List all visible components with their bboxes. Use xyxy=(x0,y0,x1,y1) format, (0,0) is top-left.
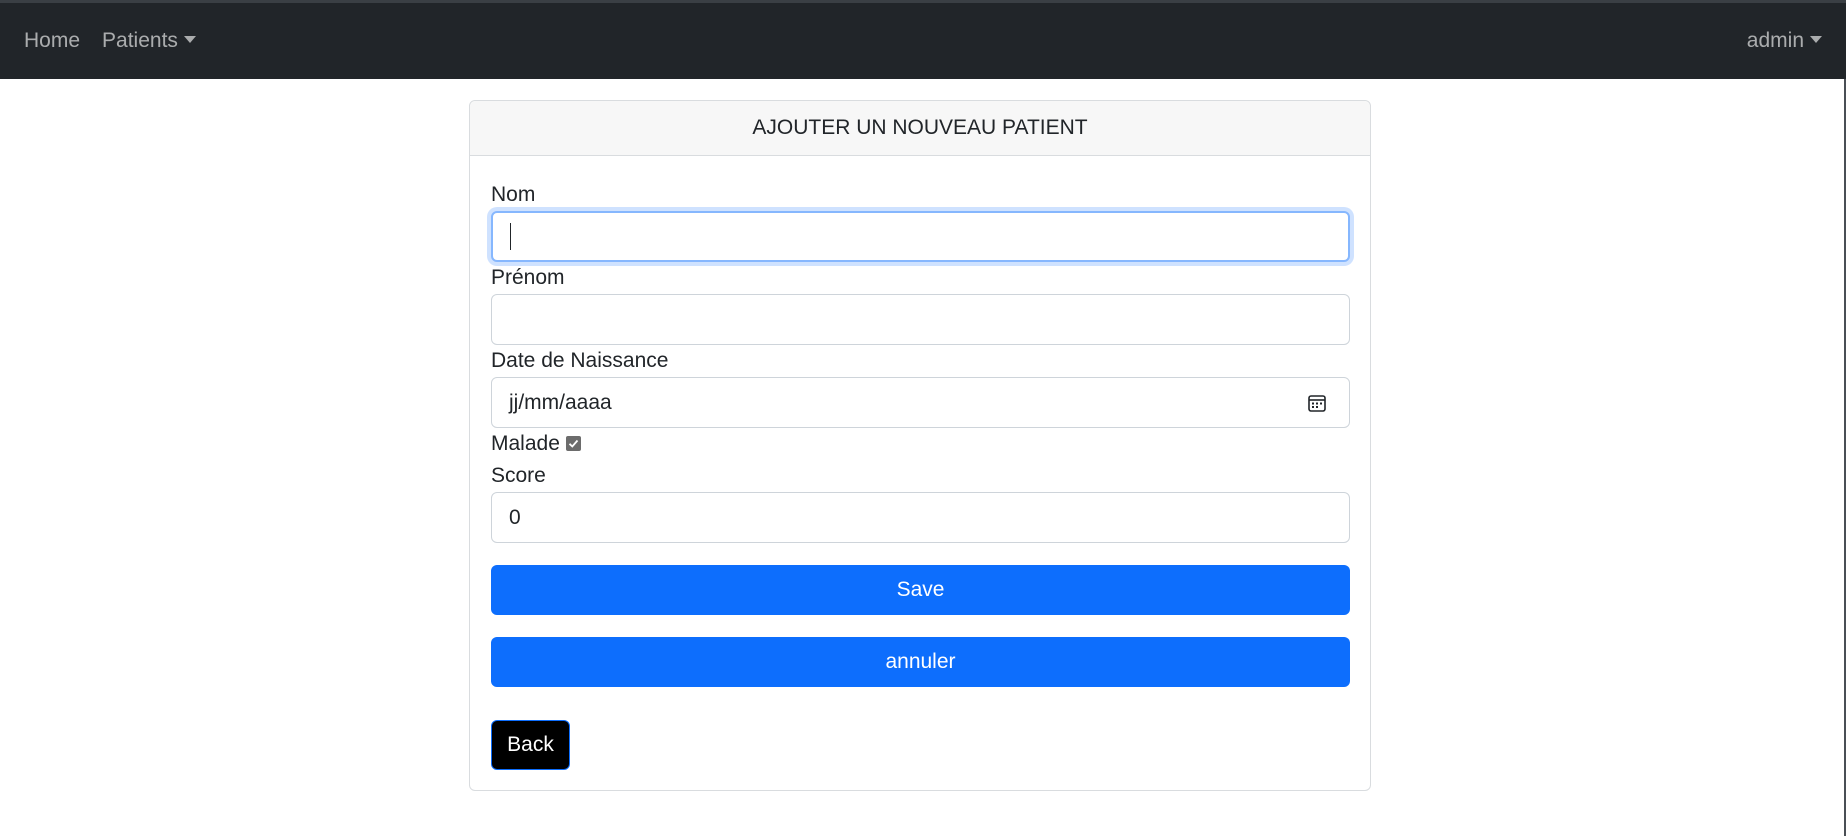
score-label: Score xyxy=(491,464,546,487)
navbar: Home Patients admin xyxy=(0,3,1846,79)
nav-user-label: admin xyxy=(1746,29,1804,52)
text-cursor xyxy=(510,223,511,250)
cancel-button[interactable]: annuler xyxy=(491,637,1350,687)
date-naissance-label: Date de Naissance xyxy=(491,349,669,372)
navbar-left: Home Patients xyxy=(24,29,196,53)
prenom-label: Prénom xyxy=(491,266,565,289)
date-placeholder: jj/mm/aaaa xyxy=(509,390,612,414)
prenom-input[interactable] xyxy=(491,294,1350,345)
nav-user-dropdown[interactable]: admin xyxy=(1747,29,1822,53)
date-naissance-input[interactable]: jj/mm/aaaa xyxy=(491,377,1350,428)
card-title: AJOUTER UN NOUVEAU PATIENT xyxy=(470,101,1370,156)
save-button[interactable]: Save xyxy=(491,565,1350,615)
page: Home Patients admin AJOUTER UN NOUVEAU P… xyxy=(0,0,1846,836)
chevron-down-icon xyxy=(1810,35,1822,43)
malade-checkbox[interactable] xyxy=(565,435,581,451)
back-button[interactable]: Back xyxy=(491,720,570,770)
malade-row: Malade xyxy=(491,432,581,456)
malade-label: Malade xyxy=(491,432,560,455)
nav-patients-dropdown[interactable]: Patients xyxy=(102,29,196,53)
nom-input[interactable] xyxy=(491,211,1350,262)
nav-patients-label: Patients xyxy=(102,29,178,52)
score-input[interactable]: 0 xyxy=(491,492,1350,543)
calendar-icon[interactable] xyxy=(1307,393,1327,413)
checkmark-icon xyxy=(568,439,579,448)
nom-label: Nom xyxy=(491,183,536,206)
chevron-down-icon xyxy=(183,35,196,43)
new-patient-card: AJOUTER UN NOUVEAU PATIENT Nom Prénom Da… xyxy=(469,100,1371,791)
score-value: 0 xyxy=(509,505,521,529)
nav-home-link[interactable]: Home xyxy=(24,29,80,53)
